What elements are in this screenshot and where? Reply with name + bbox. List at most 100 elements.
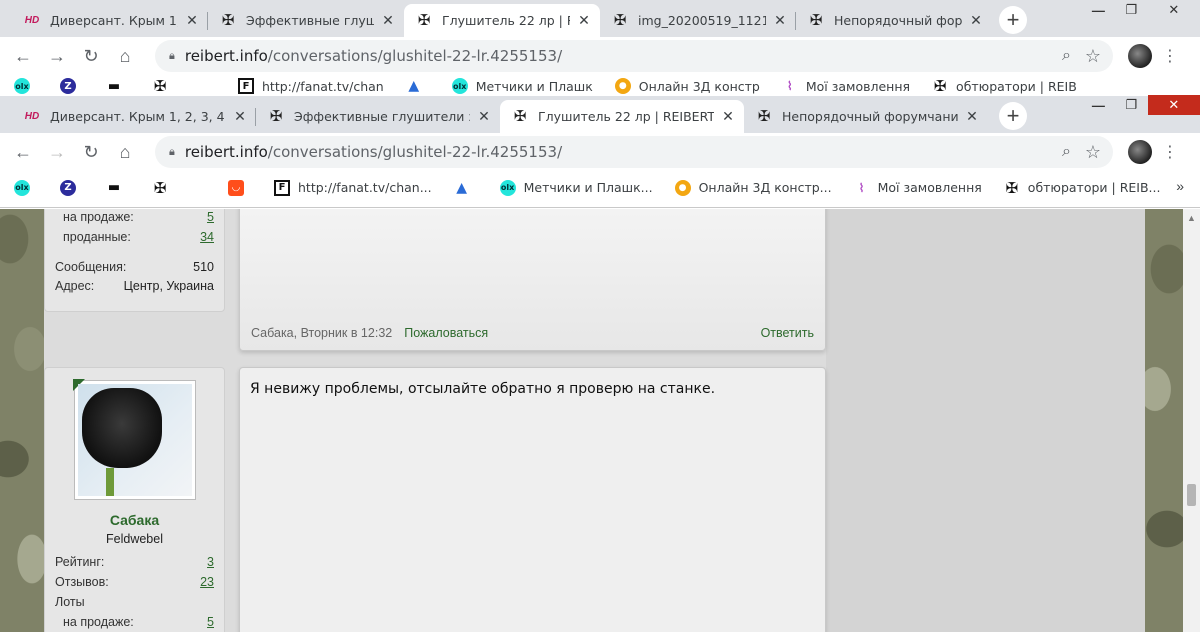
home-button[interactable]: ⌂ <box>108 135 142 169</box>
bookmark-3d[interactable]: ● Онлайн 3Д констр... <box>674 179 832 196</box>
tab-silencer-22lr[interactable]: ✠ Глушитель 22 лр | REIBERT.inf ✕ <box>500 100 744 133</box>
reload-button[interactable]: ↻ <box>74 135 108 169</box>
new-tab-button[interactable]: + <box>999 6 1027 34</box>
hd-icon: HD <box>24 14 40 26</box>
bookmark-flame[interactable]: ▲ <box>406 78 430 94</box>
bookmark-gun[interactable]: ▬ <box>106 180 130 196</box>
restore-button[interactable]: ❐ <box>1115 0 1148 20</box>
back-button[interactable]: ← <box>6 39 40 73</box>
bookmark-gun[interactable]: ▬ <box>106 78 130 94</box>
close-icon[interactable]: ✕ <box>380 12 396 29</box>
olx-icon: olx <box>14 78 30 94</box>
user-info-card: на продаже: 5 проданные: 34 Сообщения: 5… <box>44 209 225 312</box>
toolbar: ← → ↻ ⌂ 🔒︎ reibert.info/conversations/gl… <box>0 37 1200 75</box>
bookmark-flame[interactable]: ▲ <box>454 180 478 196</box>
stat-messages: Сообщения: 510 <box>55 260 214 274</box>
bookmark-z[interactable]: Z <box>60 179 84 196</box>
scroll-up-icon[interactable]: ▲ <box>1187 213 1196 223</box>
tab-diversant[interactable]: HD Диверсант. Крым 1, 2, 3, 4 се ✕ <box>12 100 256 133</box>
back-button[interactable]: ← <box>6 135 40 169</box>
fanat-icon: F <box>238 78 254 94</box>
for-sale-link[interactable]: 5 <box>207 210 214 224</box>
iron-cross-icon: ✠ <box>809 12 823 29</box>
stat-address: Адрес: Центр, Украина <box>55 279 214 293</box>
address-bar[interactable]: 🔒︎ reibert.info/conversations/glushitel-… <box>155 40 1113 72</box>
more-bookmarks-button[interactable]: » <box>1176 178 1184 194</box>
scrollbar[interactable]: ▲ <box>1183 209 1200 632</box>
minimize-button[interactable]: — <box>1082 95 1115 115</box>
reviews-link[interactable]: 23 <box>200 575 214 589</box>
reload-button[interactable]: ↻ <box>74 39 108 73</box>
zoom-icon[interactable]: ⌕ <box>1062 47 1071 65</box>
tab-title: Эффективные глушит <box>246 13 374 28</box>
rozetka-icon: ⌇ <box>858 180 865 195</box>
close-icon[interactable]: ✕ <box>576 12 592 29</box>
tab-unfair-forum-member[interactable]: ✠ Непорядочный форумчанин ✕ <box>744 100 988 133</box>
bookmark-olx[interactable]: olx <box>14 78 38 94</box>
bookmark-orders[interactable]: ⌇ Мої замовлення <box>854 180 982 196</box>
tab-silencer-22lr[interactable]: ✠ Глушитель 22 лр | RE ✕ <box>404 4 600 37</box>
menu-icon[interactable]: ⋮ <box>1162 46 1178 66</box>
close-window-button[interactable]: ✕ <box>1147 95 1200 115</box>
tab-img[interactable]: ✠ img_20200519_11212 ✕ <box>600 4 796 37</box>
close-icon[interactable]: ✕ <box>232 108 248 125</box>
address-bar[interactable]: 🔒︎ reibert.info/conversations/glushitel-… <box>155 136 1113 168</box>
camo-background <box>1145 209 1183 632</box>
bookmark-star-icon[interactable]: ☆ <box>1085 46 1101 67</box>
tab-silencers[interactable]: ✠ Эффективные глушит ✕ <box>208 4 404 37</box>
bookmark-taps[interactable]: olx Метчики и Плашк <box>451 78 593 94</box>
pug-avatar-image <box>78 384 192 496</box>
for-sale-link[interactable]: 5 <box>207 615 214 629</box>
close-window-button[interactable]: ✕ <box>1148 0 1200 20</box>
tab-title: Диверсант. Крым 1, 2, 3, 4 се <box>50 109 226 124</box>
avatar[interactable] <box>73 379 196 500</box>
scroll-thumb[interactable] <box>1187 484 1196 506</box>
bookmark-3d[interactable]: ● Онлайн 3Д констр <box>614 78 760 94</box>
forward-button[interactable]: → <box>40 135 74 169</box>
forward-button[interactable]: → <box>40 39 74 73</box>
gun-icon: ▬ <box>107 78 121 94</box>
tab-strip: HD Диверсант. Крым 1, 2 ✕ ✠ Эффективные … <box>0 0 1200 37</box>
tab-title: Непорядочный форумчанин <box>782 109 958 124</box>
bookmark-obturators[interactable]: ✠ обтюратори | REIB <box>932 77 1077 95</box>
bookmark-cross[interactable]: ✠ <box>152 179 176 197</box>
close-icon[interactable]: ✕ <box>720 108 736 125</box>
tab-diversant[interactable]: HD Диверсант. Крым 1, 2 ✕ <box>12 4 208 37</box>
toolbar: ← → ↻ ⌂ 🔒︎ reibert.info/conversations/gl… <box>0 133 1200 171</box>
hd-icon: HD <box>24 110 40 122</box>
iron-cross-icon: ✠ <box>221 12 235 29</box>
new-tab-button[interactable]: + <box>999 102 1027 130</box>
close-icon[interactable]: ✕ <box>184 12 200 29</box>
bookmark-star-icon[interactable]: ☆ <box>1085 142 1101 163</box>
bookmark-olx[interactable]: olx <box>14 179 38 196</box>
olx-icon: olx <box>14 179 30 196</box>
close-icon[interactable]: ✕ <box>964 108 980 125</box>
bookmark-cross[interactable]: ✠ <box>152 77 176 95</box>
bookmark-z[interactable]: Z <box>60 78 84 94</box>
bookmark-taps[interactable]: olx Метчики и Плашк... <box>499 179 653 196</box>
reply-link[interactable]: Ответить <box>761 326 814 340</box>
minimize-button[interactable]: — <box>1082 0 1115 20</box>
restore-button[interactable]: ❐ <box>1115 95 1148 115</box>
tab-unfair-forum-member[interactable]: ✠ Непорядочный фору ✕ <box>796 4 992 37</box>
profile-avatar[interactable] <box>1128 44 1152 68</box>
report-link[interactable]: Пожаловаться <box>404 326 488 340</box>
iron-cross-icon: ✠ <box>933 77 947 95</box>
home-button[interactable]: ⌂ <box>108 39 142 73</box>
profile-avatar[interactable] <box>1128 140 1152 164</box>
bookmark-fanat[interactable]: Fhttp://fanat.tv/chan... <box>274 179 432 196</box>
bookmark-orders[interactable]: ⌇ Мої замовлення <box>782 78 910 94</box>
bookmark-obturators[interactable]: ✠ обтюратори | REIB... <box>1004 179 1161 197</box>
fanat-icon: F <box>274 179 290 196</box>
sold-link[interactable]: 34 <box>200 230 214 244</box>
rating-link[interactable]: 3 <box>207 555 214 569</box>
bookmark-fanat[interactable]: Fhttp://fanat.tv/chan <box>238 78 384 94</box>
tab-silencers[interactable]: ✠ Эффективные глушители зву ✕ <box>256 100 500 133</box>
menu-icon[interactable]: ⋮ <box>1162 142 1178 162</box>
close-icon[interactable]: ✕ <box>476 108 492 125</box>
username[interactable]: Сабака <box>45 512 224 528</box>
close-icon[interactable]: ✕ <box>968 12 984 29</box>
close-icon[interactable]: ✕ <box>772 12 788 29</box>
zoom-icon[interactable]: ⌕ <box>1062 143 1071 161</box>
bookmark-aliexpress[interactable]: ◡ <box>228 179 252 196</box>
